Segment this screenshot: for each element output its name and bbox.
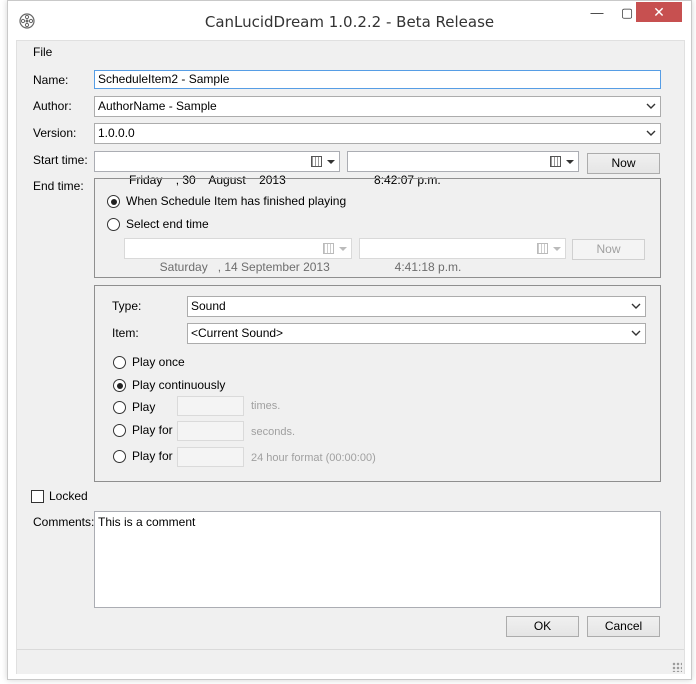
version-value: 1.0.0.0 (98, 126, 135, 140)
seconds-suffix: seconds. (251, 426, 296, 438)
end-finished-radio[interactable] (107, 195, 120, 208)
end-time-value: 4:41:18 p.m. (394, 260, 462, 274)
comments-textarea[interactable]: This is a comment (94, 511, 661, 608)
client-area: File Name: ScheduleItem2 - Sample Author… (16, 40, 685, 674)
main-window: CanLucidDream 1.0.2.2 - Beta Release — ▢… (7, 0, 692, 680)
play-continuously-label[interactable]: Play continuously (132, 378, 225, 392)
calendar-icon (550, 156, 561, 167)
play-format-label[interactable]: Play for (132, 449, 173, 463)
minimize-button[interactable]: — (582, 2, 612, 24)
times-input[interactable] (177, 396, 244, 416)
comments-label: Comments: (33, 515, 95, 529)
play-continuously-radio[interactable] (113, 379, 126, 392)
cancel-button[interactable]: Cancel (587, 616, 660, 637)
name-label: Name: (33, 73, 69, 87)
author-label: Author: (33, 99, 72, 113)
status-bar (17, 649, 684, 674)
end-now-button[interactable]: Now (572, 239, 645, 260)
menu-file[interactable]: File (33, 45, 52, 59)
start-now-button[interactable]: Now (587, 153, 660, 174)
play-once-label[interactable]: Play once (132, 355, 185, 369)
resize-grip-icon[interactable] (672, 662, 682, 672)
chevron-down-icon (646, 103, 656, 109)
play-times-label[interactable]: Play (132, 400, 155, 414)
play-format-radio[interactable] (113, 450, 126, 463)
dropdown-arrow-icon (339, 247, 347, 251)
chevron-down-icon (631, 330, 641, 336)
end-date-picker[interactable]: Saturday , 14 September 2013 (124, 238, 352, 274)
minimize-icon: — (590, 5, 604, 20)
type-combo[interactable]: Sound (187, 296, 646, 317)
start-date-picker[interactable]: Friday , 30 August 2013 (94, 151, 340, 187)
locked-label[interactable]: Locked (49, 489, 88, 503)
locked-checkbox[interactable] (31, 490, 44, 503)
start-time-picker[interactable]: 8:42:07 p.m. (347, 151, 579, 187)
end-select-label[interactable]: Select end time (126, 217, 209, 231)
item-label: Item: (112, 326, 139, 340)
author-value: AuthorName - Sample (98, 99, 217, 113)
version-combo[interactable]: 1.0.0.0 (94, 123, 661, 144)
dropdown-arrow-icon (327, 160, 335, 164)
dropdown-arrow-icon (566, 160, 574, 164)
play-once-radio[interactable] (113, 356, 126, 369)
chevron-down-icon (646, 130, 656, 136)
times-suffix: times. (251, 400, 281, 412)
item-value: <Current Sound> (191, 326, 284, 340)
end-time-picker[interactable]: 4:41:18 p.m. (359, 238, 566, 274)
close-button[interactable]: ✕ (636, 2, 682, 22)
calendar-icon (537, 243, 548, 254)
type-value: Sound (191, 299, 226, 313)
end-time-group: When Schedule Item has finished playing … (94, 178, 661, 278)
play-times-radio[interactable] (113, 401, 126, 414)
end-finished-label[interactable]: When Schedule Item has finished playing (126, 194, 346, 208)
end-date-value: Saturday , 14 September 2013 (159, 260, 330, 274)
end-select-radio[interactable] (107, 218, 120, 231)
type-label: Type: (112, 299, 142, 313)
calendar-icon (311, 156, 322, 167)
item-combo[interactable]: <Current Sound> (187, 323, 646, 344)
dropdown-arrow-icon (553, 247, 561, 251)
playback-group: Type: Sound Item: <Current Sound> Play o… (94, 285, 661, 482)
play-seconds-radio[interactable] (113, 424, 126, 437)
author-combo[interactable]: AuthorName - Sample (94, 96, 661, 117)
maximize-icon: ▢ (620, 5, 634, 20)
calendar-icon (323, 243, 334, 254)
duration-input[interactable] (177, 447, 244, 467)
close-icon: ✕ (653, 4, 665, 20)
ok-button[interactable]: OK (506, 616, 579, 637)
seconds-input[interactable] (177, 421, 244, 441)
start-time-label: Start time: (33, 153, 88, 167)
chevron-down-icon (631, 303, 641, 309)
play-seconds-label[interactable]: Play for (132, 423, 173, 437)
version-label: Version: (33, 126, 77, 140)
name-input[interactable]: ScheduleItem2 - Sample (94, 70, 661, 89)
end-time-label: End time: (33, 179, 84, 193)
title-bar[interactable]: CanLucidDream 1.0.2.2 - Beta Release — ▢… (8, 1, 691, 41)
format-suffix: 24 hour format (00:00:00) (251, 452, 376, 464)
